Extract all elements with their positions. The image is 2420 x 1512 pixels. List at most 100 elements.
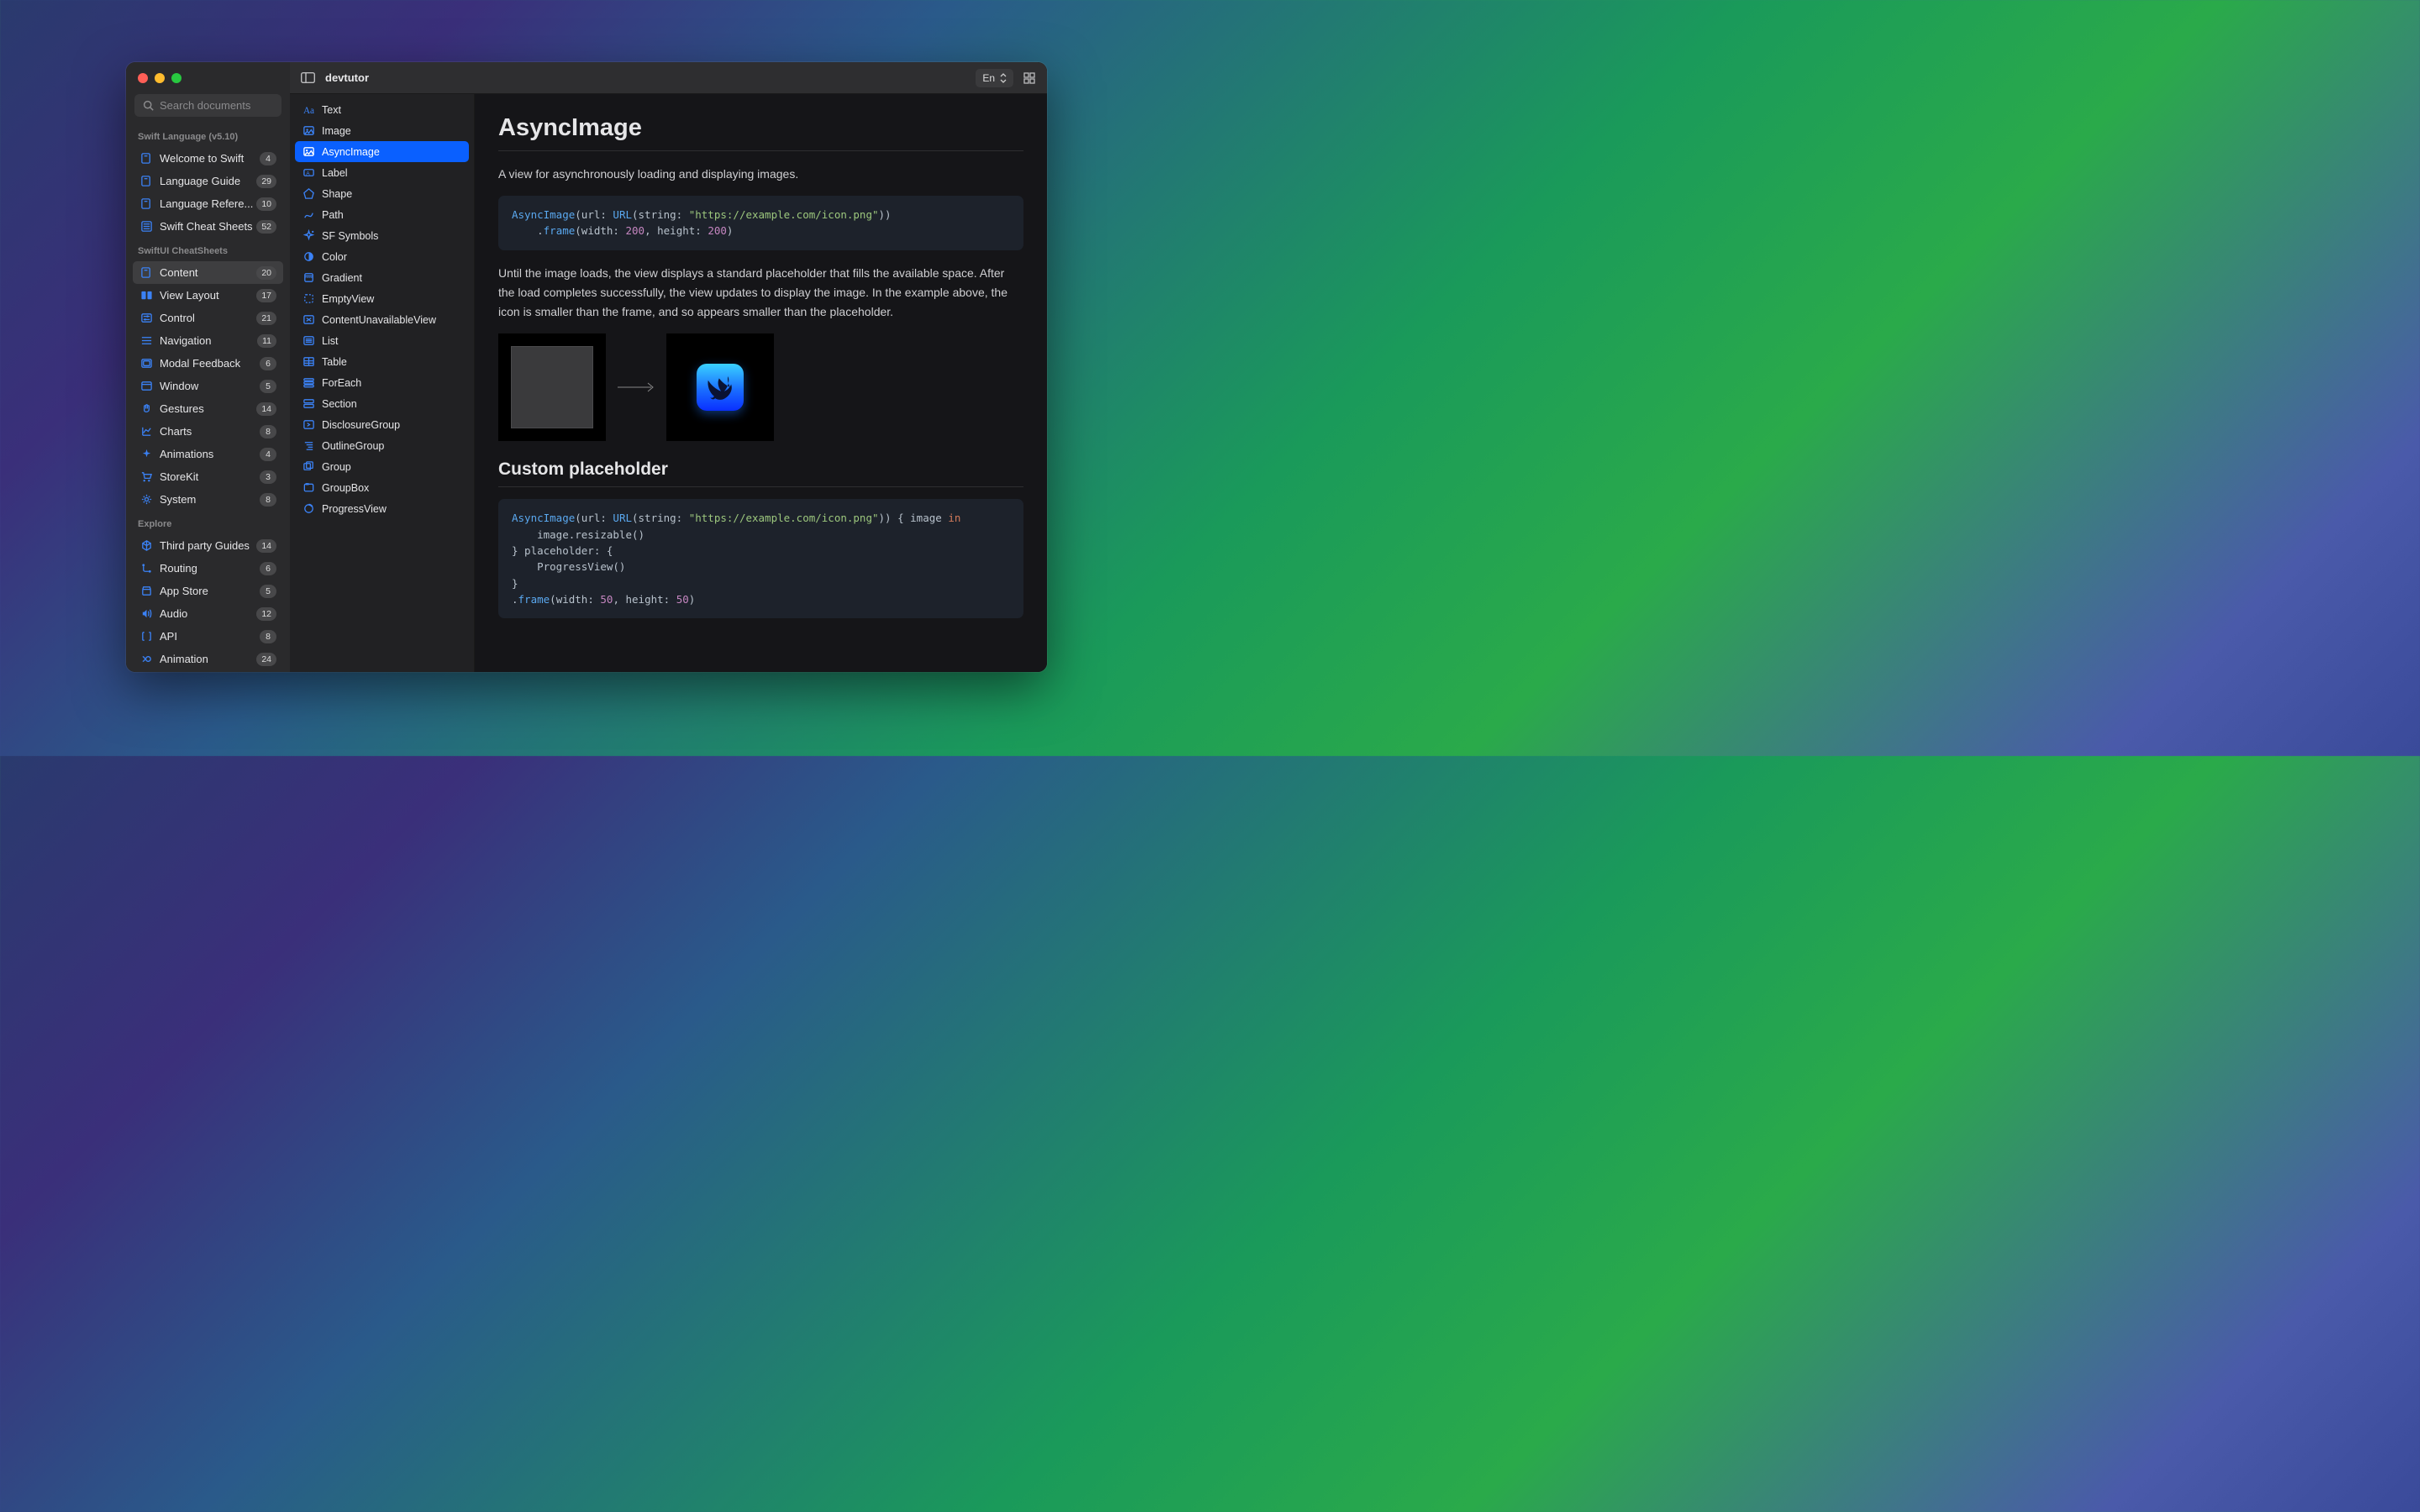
nav-item-label: ForEach — [322, 377, 361, 389]
sidebar-item-audio[interactable]: Audio12 — [133, 602, 283, 625]
sidebar-item-count: 8 — [260, 630, 276, 643]
app-title: devtutor — [325, 71, 369, 84]
nav-item-color[interactable]: Color — [295, 246, 469, 267]
window-close[interactable] — [138, 73, 148, 83]
sidebar-item-window[interactable]: Window5 — [133, 375, 283, 397]
sidebar-item-third-party-guides[interactable]: Third party Guides14 — [133, 534, 283, 557]
nav-item-label: DisclosureGroup — [322, 419, 400, 431]
sidebar-item-count: 14 — [256, 539, 276, 553]
nav-item-label: EmptyView — [322, 293, 374, 305]
content-split: AaTextImageAsyncImageALabel Shape PathSF S… — [290, 94, 1047, 672]
sidebar-item-count: 3 — [260, 470, 276, 484]
search-input[interactable] — [160, 99, 275, 112]
sidebar-item-api[interactable]: API8 — [133, 625, 283, 648]
sidebar-item-count: 11 — [257, 334, 276, 348]
window-minimize[interactable] — [155, 73, 165, 83]
nav-item-groupbox[interactable]: GroupBox — [295, 477, 469, 498]
app-window: Swift Language (v5.10)Welcome to Swift4L… — [126, 62, 1047, 672]
sidebar-item-charts[interactable]: Charts8 — [133, 420, 283, 443]
language-label: En — [982, 72, 995, 84]
sidebar-item-count: 4 — [260, 152, 276, 165]
sidebar-item-app-store[interactable]: App Store5 — [133, 580, 283, 602]
language-selector[interactable]: En — [976, 69, 1013, 87]
window-zoom[interactable] — [171, 73, 182, 83]
nav-item-outlinegroup[interactable]: OutlineGroup — [295, 435, 469, 456]
route-icon — [139, 562, 153, 575]
sidebar-item-label: API — [160, 630, 260, 643]
nav-item-label: Shape — [322, 188, 352, 200]
nav-item-list[interactable]: List — [295, 330, 469, 351]
sidebar-item-label: Welcome to Swift — [160, 152, 260, 165]
sidebar-item-label: App Store — [160, 585, 260, 597]
sidebar-item-content[interactable]: Content20 — [133, 261, 283, 284]
sidebar-item-label: StoreKit — [160, 470, 260, 483]
nav-item-text[interactable]: AaText — [295, 99, 469, 120]
nav-item-path[interactable]: Path — [295, 204, 469, 225]
nav-item-label[interactable]: ALabel — [295, 162, 469, 183]
search-field[interactable] — [134, 94, 281, 117]
sidebar-item-gestures[interactable]: Gestures14 — [133, 397, 283, 420]
doc-intro: A view for asynchronously loading and di… — [498, 165, 1023, 184]
gear-icon — [139, 493, 153, 507]
foreach-icon — [302, 376, 315, 390]
sidebar-item-language-guide[interactable]: Language Guide29 — [133, 170, 283, 192]
nav-item-gradient[interactable]: Gradient — [295, 267, 469, 288]
toggle-sidebar-icon[interactable] — [300, 71, 315, 86]
nav-item-sf-symbols[interactable]: SF Symbols — [295, 225, 469, 246]
sidebar-item-swift-cheat-sheets[interactable]: Swift Cheat Sheets52 — [133, 215, 283, 238]
sidebar-item-storekit[interactable]: StoreKit3 — [133, 465, 283, 488]
sidebar-item-count: 17 — [256, 289, 276, 302]
sidebar-item-label: Language Guide — [160, 175, 256, 187]
sidebar-item-routing[interactable]: Routing6 — [133, 557, 283, 580]
nav-item-image[interactable]: Image — [295, 120, 469, 141]
symbols-icon — [302, 229, 315, 243]
nav-item-emptyview[interactable]: EmptyView — [295, 288, 469, 309]
nav-item-label: Color — [322, 251, 347, 263]
nav-item-section[interactable]: Section — [295, 393, 469, 414]
book-icon — [139, 197, 153, 211]
sidebar-item-label: Audio — [160, 607, 256, 620]
grid-icon[interactable] — [1022, 71, 1037, 86]
sidebar-item-welcome-to-swift[interactable]: Welcome to Swift4 — [133, 147, 283, 170]
doc-content[interactable]: AsyncImage A view for asynchronously loa… — [475, 94, 1047, 672]
shape-icon — [302, 187, 315, 201]
sidebar-item-count: 6 — [260, 357, 276, 370]
toolbar: devtutor En — [290, 62, 1047, 94]
nav-item-disclosuregroup[interactable]: DisclosureGroup — [295, 414, 469, 435]
nav-item-label: Text — [322, 104, 341, 116]
sidebar-item-control[interactable]: Control21 — [133, 307, 283, 329]
sidebar-item-system[interactable]: System8 — [133, 488, 283, 511]
example-image-box — [666, 333, 774, 441]
chart-icon — [139, 425, 153, 438]
nav-item-shape[interactable]: Shape — [295, 183, 469, 204]
sidebar-item-navigation[interactable]: Navigation11 — [133, 329, 283, 352]
sidebar-item-modal-feedback[interactable]: Modal Feedback6 — [133, 352, 283, 375]
nav-item-foreach[interactable]: ForEach — [295, 372, 469, 393]
sidebar-section-header: Swift Language (v5.10) — [126, 123, 290, 147]
nav-item-progressview[interactable]: ProgressView — [295, 498, 469, 519]
sidebar-item-label: Control — [160, 312, 256, 324]
sidebar-item-count: 52 — [256, 220, 276, 234]
sidebar-item-label: Window — [160, 380, 260, 392]
sparkle-icon — [139, 448, 153, 461]
placeholder-square — [511, 346, 593, 428]
nav-item-table[interactable]: Table — [295, 351, 469, 372]
sidebar-item-label: Animation — [160, 653, 256, 665]
sidebar: Swift Language (v5.10)Welcome to Swift4L… — [126, 62, 290, 672]
svg-text:A: A — [306, 171, 310, 176]
list2-icon — [302, 334, 315, 348]
doc-h2: Custom placeholder — [498, 459, 1023, 487]
section-icon — [302, 397, 315, 411]
sidebar-item-view-layout[interactable]: View Layout17 — [133, 284, 283, 307]
sidebar-item-animation[interactable]: Animation24 — [133, 648, 283, 670]
disclosure-icon — [302, 418, 315, 432]
nav-item-contentunavailableview[interactable]: ContentUnavailableView — [295, 309, 469, 330]
sidebar-item-count: 8 — [260, 493, 276, 507]
gradient-icon — [302, 271, 315, 285]
sidebar-item-language-refere-[interactable]: Language Refere...10 — [133, 192, 283, 215]
speaker-icon — [139, 607, 153, 621]
nav-item-group[interactable]: Group — [295, 456, 469, 477]
nav-item-asyncimage[interactable]: AsyncImage — [295, 141, 469, 162]
color-icon — [302, 250, 315, 264]
sidebar-item-animations[interactable]: Animations4 — [133, 443, 283, 465]
